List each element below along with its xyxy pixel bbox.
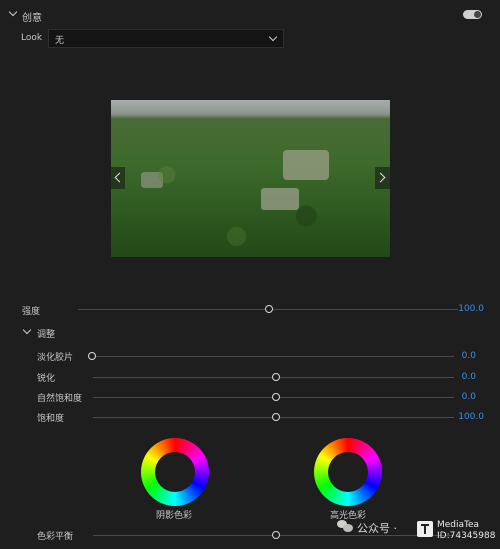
section-toggle[interactable] xyxy=(463,10,482,19)
shadow-color-label: 阴影色彩 xyxy=(156,511,193,521)
adjust-chevron-icon[interactable] xyxy=(22,325,32,335)
slider-label-faded-film: 淡化胶片 xyxy=(37,353,74,363)
slider-thumb-sharpen[interactable] xyxy=(272,373,280,381)
look-dropdown[interactable]: 无 xyxy=(48,29,284,48)
adjust-title: 调整 xyxy=(37,330,56,340)
highlight-color-wheel[interactable] xyxy=(314,438,382,506)
slider-thumb-faded-film[interactable] xyxy=(88,352,96,360)
slider-thumb-vibrance[interactable] xyxy=(272,393,280,401)
slider-value-faded-film[interactable]: 0.0 xyxy=(446,351,476,361)
watermark-id: ID:74345988 xyxy=(437,531,496,541)
wechat-icon xyxy=(337,520,353,532)
slider-label-saturation: 饱和度 xyxy=(37,414,65,424)
chevron-down-icon xyxy=(268,32,278,42)
slider-track-faded-film[interactable] xyxy=(90,356,454,357)
watermark-text: 公众号 · xyxy=(357,522,397,535)
toggle-knob xyxy=(474,11,481,18)
forest-texture xyxy=(111,120,390,257)
look-label: Look xyxy=(21,33,43,43)
look-preview-image xyxy=(111,100,390,257)
slider-value-vibrance[interactable]: 0.0 xyxy=(446,392,476,402)
color-balance-label: 色彩平衡 xyxy=(37,532,74,542)
intensity-value[interactable]: 100.0 xyxy=(454,304,484,314)
slider-label-vibrance: 自然饱和度 xyxy=(37,394,83,404)
next-look-button[interactable] xyxy=(375,167,390,189)
slider-thumb-saturation[interactable] xyxy=(272,413,280,421)
watermark-brand: MediaTea xyxy=(437,520,480,530)
collapse-chevron-icon[interactable] xyxy=(8,7,18,17)
prev-look-button[interactable] xyxy=(111,167,125,189)
intensity-thumb[interactable] xyxy=(265,305,273,313)
watermark-logo-icon xyxy=(417,521,433,537)
slider-value-sharpen[interactable]: 0.0 xyxy=(446,372,476,382)
shadow-wheel-center xyxy=(155,452,195,492)
color-balance-thumb[interactable] xyxy=(272,531,280,539)
intensity-label: 强度 xyxy=(22,307,41,317)
chevron-right-icon xyxy=(375,172,386,183)
chevron-left-icon xyxy=(114,172,125,183)
look-value: 无 xyxy=(55,36,65,46)
slider-label-sharpen: 锐化 xyxy=(37,374,56,384)
shadow-color-wheel[interactable] xyxy=(141,438,209,506)
highlight-wheel-center xyxy=(328,452,368,492)
slider-value-saturation[interactable]: 100.0 xyxy=(454,412,484,422)
section-title: 创意 xyxy=(22,13,42,24)
